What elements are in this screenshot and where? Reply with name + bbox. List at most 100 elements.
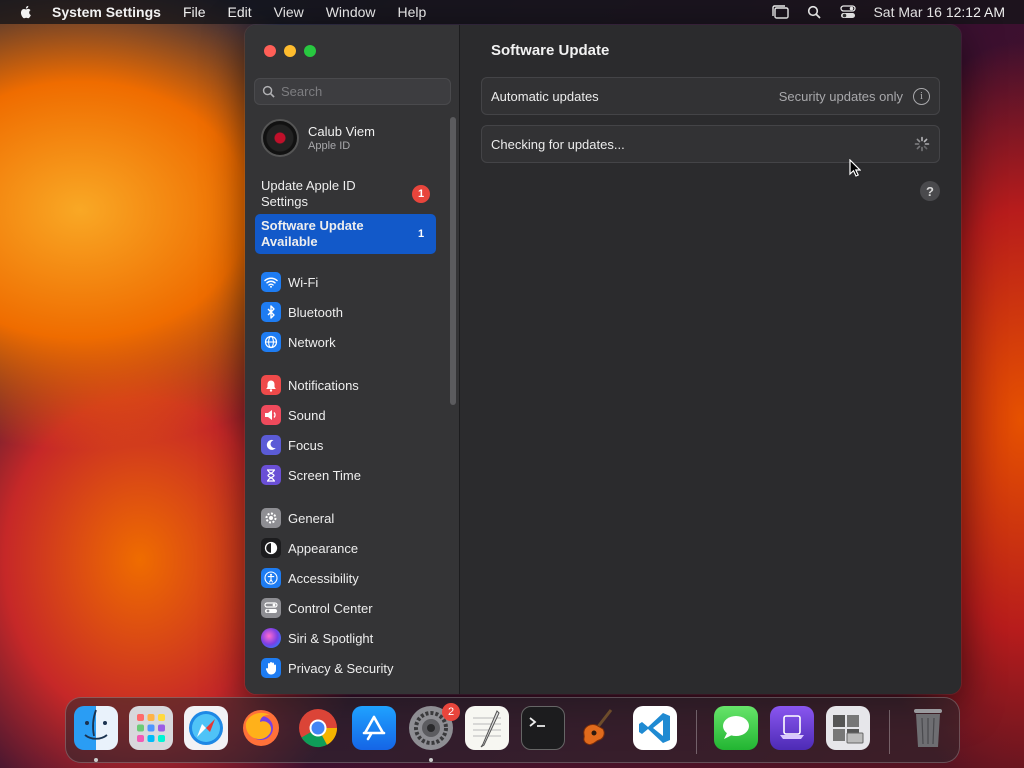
sidebar-item-appearance[interactable]: Appearance (261, 535, 358, 561)
sidebar-search[interactable] (254, 78, 451, 105)
close-window-button[interactable] (264, 45, 276, 57)
notification-badge: 1 (412, 185, 430, 203)
globe-icon (261, 332, 281, 352)
update-status-text: Checking for updates... (491, 136, 625, 152)
menu-edit[interactable]: Edit (228, 4, 252, 20)
appearance-icon (261, 538, 281, 558)
dock-vscode[interactable] (633, 706, 677, 750)
accessibility-icon (261, 568, 281, 588)
menu-app-name[interactable]: System Settings (52, 4, 161, 20)
gear-icon (261, 508, 281, 528)
menu-help[interactable]: Help (398, 4, 427, 20)
search-input[interactable] (281, 84, 441, 99)
sidebar-item-label: General (288, 510, 335, 526)
software-update-pane: Software Update Automatic updates Securi… (461, 25, 961, 694)
menubar-clock[interactable]: Sat Mar 16 12:12 AM (873, 4, 1005, 20)
sidebar-item-label: Bluetooth (288, 304, 343, 320)
search-icon (262, 85, 275, 98)
dock-messages[interactable] (714, 706, 758, 750)
textedit-icon (473, 710, 501, 748)
settings-notification-badge: 2 (442, 703, 460, 721)
info-icon[interactable]: i (913, 87, 930, 105)
sidebar-item-privacy-security[interactable]: Privacy & Security (261, 655, 393, 681)
dock-finder[interactable] (74, 706, 118, 750)
launchpad-icon (137, 714, 165, 742)
sidebar-item-update-apple-id[interactable]: Update Apple ID Settings 1 (255, 174, 436, 214)
control-center-menubar-icon[interactable] (839, 4, 857, 20)
control-center-icon (261, 598, 281, 618)
sidebar-item-label: Siri & Spotlight (288, 630, 374, 646)
chrome-icon (299, 709, 338, 748)
page-title: Software Update (491, 42, 610, 59)
dock-launchpad[interactable] (129, 706, 173, 750)
notification-badge: 1 (417, 228, 425, 240)
sidebar-item-control-center[interactable]: Control Center (261, 595, 373, 621)
sidebar-item-screen-time[interactable]: Screen Time (261, 462, 361, 488)
sidebar-item-bluetooth[interactable]: Bluetooth (261, 299, 343, 325)
sidebar-item-accessibility[interactable]: Accessibility (261, 565, 359, 591)
sidebar-item-label: Focus (288, 437, 324, 453)
sidebar-item-notifications[interactable]: Notifications (261, 372, 359, 398)
dock-safari[interactable] (184, 706, 228, 750)
dock-chrome[interactable] (296, 706, 340, 750)
zoom-window-button[interactable] (304, 45, 316, 57)
menu-window[interactable]: Window (326, 4, 376, 20)
apple-logo-icon[interactable] (18, 4, 34, 20)
apple-id-account[interactable]: Calub Viem Apple ID (261, 119, 375, 157)
dock-textedit[interactable] (465, 706, 509, 750)
automatic-updates-row[interactable]: Automatic updates Security updates only … (481, 77, 940, 115)
dock-firefox[interactable] (239, 706, 283, 750)
sidebar-item-focus[interactable]: Focus (261, 432, 323, 458)
dock-garageband[interactable] (577, 706, 621, 750)
sidebar-item-sound[interactable]: Sound (261, 402, 326, 428)
sidebar-item-general[interactable]: General (261, 505, 334, 531)
sidebar-item-label: Privacy & Security (288, 660, 394, 676)
menu-view[interactable]: View (274, 4, 304, 20)
dock-app-store[interactable] (352, 706, 396, 750)
dock-boot-camp[interactable] (826, 706, 870, 750)
simulator-icon (780, 715, 804, 739)
dock-simulator[interactable] (770, 706, 814, 750)
help-button[interactable]: ? (920, 181, 940, 201)
automatic-updates-label: Automatic updates (491, 88, 599, 104)
dock: 2 (65, 697, 960, 763)
finder-icon (84, 709, 108, 740)
window-controls (264, 45, 316, 57)
siri-icon (261, 628, 281, 648)
dock-terminal[interactable] (521, 706, 565, 750)
dock-separator (889, 710, 890, 754)
sidebar-item-siri-spotlight[interactable]: Siri & Spotlight (261, 625, 373, 651)
spotlight-search-icon[interactable] (805, 4, 823, 20)
firefox-icon (243, 710, 279, 746)
sidebar-item-label: Accessibility (288, 570, 359, 586)
account-subtitle: Apple ID (308, 140, 351, 152)
moon-icon (261, 435, 281, 455)
hourglass-icon (261, 465, 281, 485)
update-status-row: Checking for updates... (481, 125, 940, 163)
menu-file[interactable]: File (183, 4, 206, 20)
sidebar-item-label: Notifications (288, 377, 359, 393)
terminal-icon (529, 717, 545, 727)
menu-bar: System Settings File Edit View Window He… (0, 0, 1024, 24)
sidebar-item-label: Screen Time (288, 467, 361, 483)
bluetooth-icon (261, 302, 281, 322)
sidebar-scrollbar[interactable] (450, 117, 456, 405)
running-indicator (429, 758, 433, 762)
dock-separator (696, 710, 697, 754)
system-settings-window: Calub Viem Apple ID Update Apple ID Sett… (245, 25, 961, 694)
sidebar-item-network[interactable]: Network (261, 329, 336, 355)
vscode-icon (639, 713, 670, 743)
spinner-icon (914, 136, 930, 152)
sidebar-item-label: Control Center (288, 600, 373, 616)
dock-trash[interactable] (906, 706, 950, 750)
guitar-icon (583, 709, 613, 745)
sidebar-item-software-update-available[interactable]: Software Update Available 1 (255, 214, 436, 254)
speaker-icon (261, 405, 281, 425)
sidebar-item-label: Network (288, 334, 336, 350)
messages-bubble-icon (723, 716, 749, 739)
minimize-window-button[interactable] (284, 45, 296, 57)
hand-icon (261, 658, 281, 678)
stage-manager-icon[interactable] (771, 4, 790, 20)
bell-icon (261, 375, 281, 395)
sidebar-item-wifi[interactable]: Wi-Fi (261, 269, 318, 295)
